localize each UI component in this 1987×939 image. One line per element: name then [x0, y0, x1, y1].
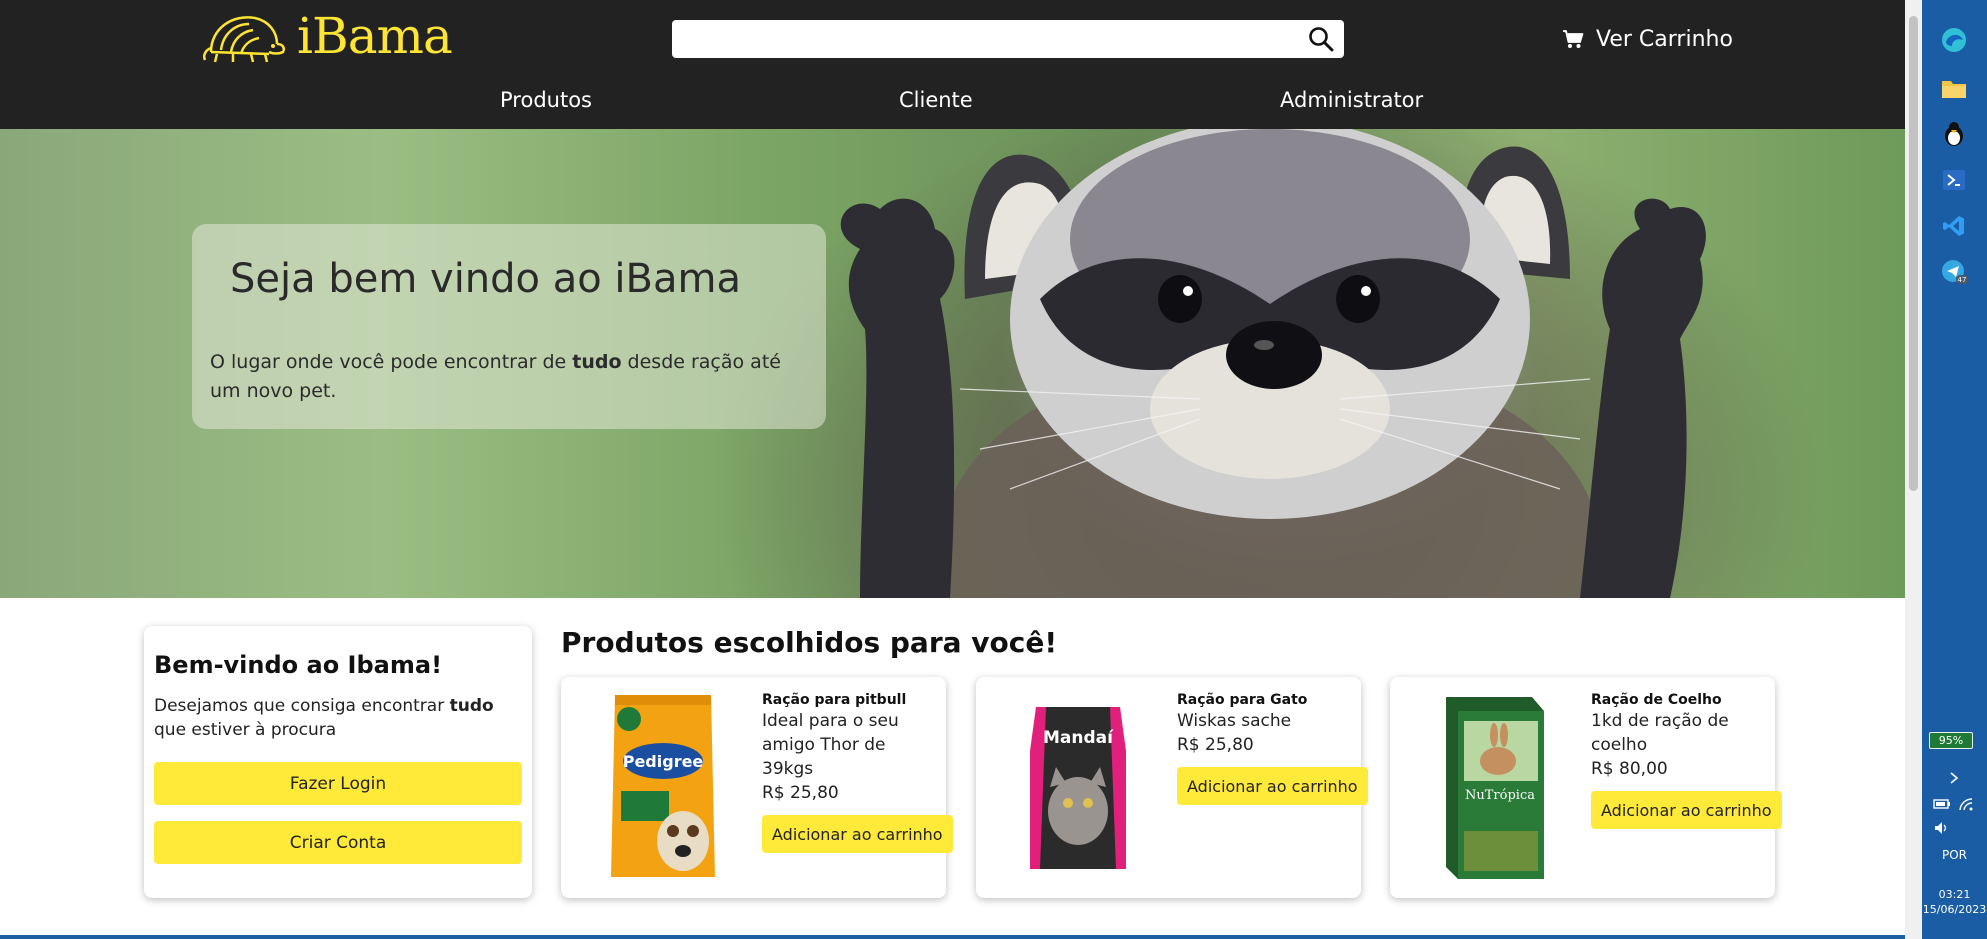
product-info: Ração para Gato Wiskas sache R$ 25,80 Ad… [1177, 691, 1368, 805]
shopping-cart-icon [1562, 29, 1584, 49]
product-brand-text: NuTrópica [1465, 788, 1535, 803]
product-price: R$ 25,80 [1177, 735, 1254, 755]
bottom-edge-bar [0, 935, 1905, 939]
edge-browser-icon[interactable] [1938, 24, 1970, 56]
search-button[interactable] [1306, 25, 1336, 53]
clock-time[interactable]: 03:21 [1922, 888, 1987, 901]
login-button[interactable]: Fazer Login [154, 762, 522, 805]
nav-produtos[interactable]: Produtos [500, 88, 592, 112]
hero-welcome-card: Seja bem vindo ao iBama O lugar onde voc… [192, 224, 826, 429]
product-image-dog-food: Pedigree [611, 695, 715, 877]
product-price: R$ 25,80 [762, 783, 839, 803]
product-description: Wiskas sache [1177, 711, 1292, 731]
search-icon [1309, 27, 1334, 52]
nav-administrator[interactable]: Administrator [1280, 88, 1423, 112]
product-price: R$ 80,00 [1591, 759, 1668, 779]
product-name: Ração de Coelho [1591, 692, 1722, 708]
page-scrollbar[interactable] [1905, 0, 1922, 939]
linux-penguin-icon[interactable] [1938, 118, 1970, 150]
product-info: Ração para pitbull Ideal para o seu amig… [762, 691, 953, 853]
signup-button[interactable]: Criar Conta [154, 821, 522, 864]
volume-icon[interactable] [1926, 812, 1958, 844]
hero-text-part: O lugar onde você pode encontrar de [210, 351, 573, 373]
clock-date[interactable]: 15/06/2023 [1922, 903, 1987, 916]
product-description: Ideal para o seu amigo Thor de 39kgs [762, 711, 899, 779]
armadillo-logo-icon [203, 16, 285, 63]
add-to-cart-button[interactable]: Adicionar ao carrinho [1591, 791, 1782, 829]
telegram-icon[interactable]: 47 [1938, 256, 1970, 288]
product-info: Ração de Coelho 1kd de ração de coelho R… [1591, 691, 1782, 829]
welcome-text-part: que estiver à procura [154, 720, 337, 740]
product-brand-text: Mandaí [1043, 728, 1114, 748]
file-explorer-icon[interactable] [1938, 72, 1970, 104]
hero-banner: Seja bem vindo ao iBama O lugar onde voc… [0, 129, 1905, 598]
language-indicator[interactable]: POR [1922, 848, 1987, 862]
welcome-text-bold: tudo [449, 696, 494, 716]
product-card: Mandaí Ração para Gato Wiskas sache R$ 2… [976, 677, 1368, 898]
search-bar [672, 20, 1344, 58]
add-to-cart-button[interactable]: Adicionar ao carrinho [762, 815, 953, 853]
product-card: NuTrópica Ração de Coelho 1kd de ração d… [1390, 677, 1782, 898]
welcome-box: Bem-vindo ao Ibama! Desejamos que consig… [144, 626, 532, 898]
view-cart-link[interactable]: Ver Carrinho [1562, 22, 1733, 56]
welcome-title: Bem-vindo ao Ibama! [154, 651, 443, 679]
site-header: iBama Ver Carrinho Produtos Cliente Admi… [0, 0, 1905, 129]
browser-viewport: iBama Ver Carrinho Produtos Cliente Admi… [0, 0, 1905, 939]
battery-indicator[interactable]: 95% [1929, 732, 1973, 749]
cart-label: Ver Carrinho [1596, 26, 1733, 52]
product-description: 1kd de ração de coelho [1591, 711, 1729, 755]
hero-text: O lugar onde você pode encontrar de tudo… [210, 348, 810, 406]
product-brand-text: Pedigree [623, 752, 704, 771]
welcome-text: Desejamos que consiga encontrar tudo que… [154, 694, 524, 742]
vscode-icon[interactable] [1938, 210, 1970, 242]
screen: iBama Ver Carrinho Produtos Cliente Admi… [0, 0, 1987, 939]
product-card: Pedigree Ração para pitbull Ideal para o… [561, 677, 953, 898]
welcome-text-part: Desejamos que consiga encontrar [154, 696, 450, 716]
hero-title: Seja bem vindo ao iBama [230, 256, 741, 302]
scrollbar-thumb[interactable] [1909, 16, 1918, 491]
taskbar: 47 95% POR 03:21 15/06/2023 [1922, 0, 1987, 939]
logo-text: iBama [297, 7, 453, 65]
add-to-cart-button[interactable]: Adicionar ao carrinho [1177, 767, 1368, 805]
notification-badge-text: 47 [1958, 276, 1967, 284]
product-image-cat-food: Mandaí [1030, 707, 1126, 869]
nav-cliente[interactable]: Cliente [899, 88, 973, 112]
hero-text-bold: tudo [572, 351, 622, 373]
product-image-rabbit-food: NuTrópica [1446, 697, 1544, 879]
powershell-icon[interactable] [1938, 164, 1970, 196]
search-input[interactable] [672, 20, 1292, 58]
product-name: Ração para pitbull [762, 692, 907, 708]
products-section-title: Produtos escolhidos para você! [561, 626, 1058, 659]
product-name: Ração para Gato [1177, 692, 1308, 708]
logo[interactable]: iBama [203, 6, 453, 66]
